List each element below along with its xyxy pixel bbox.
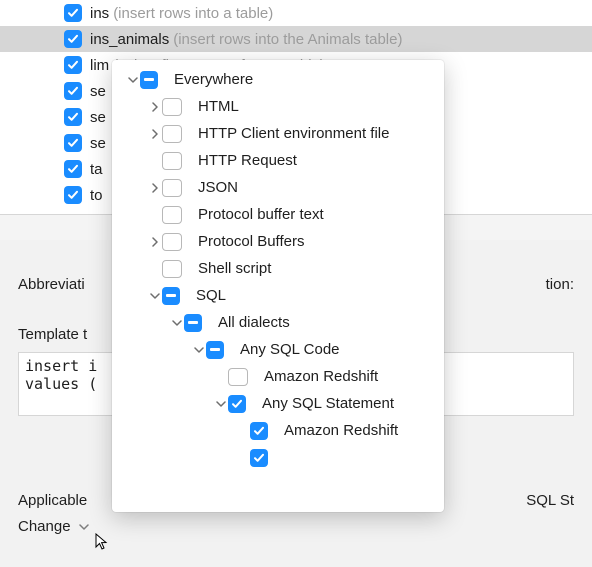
tree-item-json[interactable]: JSON — [112, 174, 444, 201]
tree-item-protobuf[interactable]: Protocol Buffers — [112, 228, 444, 255]
tree-checkbox-empty[interactable] — [162, 260, 182, 278]
tree-item-shell[interactable]: Shell script — [112, 255, 444, 282]
tree-item-redshift-2[interactable]: Amazon Redshift — [112, 417, 444, 444]
check-icon — [67, 59, 79, 71]
tree-checkbox-empty[interactable] — [228, 368, 248, 386]
chevron-down-icon[interactable] — [148, 289, 162, 303]
context-tail: SQL St — [526, 492, 574, 509]
tree-checkbox-checked[interactable] — [228, 395, 246, 413]
check-icon — [67, 33, 79, 45]
tree-checkbox-indeterminate[interactable] — [140, 71, 158, 89]
check-icon — [67, 85, 79, 97]
template-name: se — [90, 83, 106, 100]
template-name: lim — [90, 57, 109, 74]
tree-item-cutoff[interactable] — [112, 444, 444, 471]
chevron-right-icon[interactable] — [148, 127, 162, 141]
chevron-right-icon[interactable] — [148, 181, 162, 195]
tree-item-everywhere[interactable]: Everywhere — [112, 66, 444, 93]
tree-checkbox-empty[interactable] — [162, 233, 182, 251]
tree-checkbox-indeterminate[interactable] — [184, 314, 202, 332]
template-enabled-checkbox[interactable] — [64, 4, 82, 22]
check-icon — [67, 137, 79, 149]
change-link[interactable]: Change — [18, 518, 89, 535]
tree-label: Amazon Redshift — [264, 368, 378, 385]
change-link-label: Change — [18, 518, 71, 535]
tree-item-sql[interactable]: SQL — [112, 282, 444, 309]
check-icon — [67, 111, 79, 123]
tree-checkbox-indeterminate[interactable] — [162, 287, 180, 305]
tree-checkbox-empty[interactable] — [162, 98, 182, 116]
tree-label: HTTP Request — [198, 152, 297, 169]
template-enabled-checkbox[interactable] — [64, 82, 82, 100]
tree-label: Everywhere — [174, 71, 253, 88]
template-name: ta — [90, 161, 103, 178]
tree-label: Protocol buffer text — [198, 206, 324, 223]
template-name: to — [90, 187, 103, 204]
tree-label: All dialects — [218, 314, 290, 331]
template-desc: (insert rows into the Animals table) — [173, 31, 402, 48]
tree-item-http-env[interactable]: HTTP Client environment file — [112, 120, 444, 147]
template-name: ins_animals — [90, 31, 169, 48]
template-row-ins[interactable]: ins (insert rows into a table) — [0, 0, 592, 26]
mouse-cursor-icon — [93, 533, 111, 555]
check-icon — [67, 7, 79, 19]
chevron-down-icon — [79, 518, 89, 535]
template-enabled-checkbox[interactable] — [64, 30, 82, 48]
template-enabled-checkbox[interactable] — [64, 186, 82, 204]
tree-label: HTTP Client environment file — [198, 125, 389, 142]
tree-item-protobuf-text[interactable]: Protocol buffer text — [112, 201, 444, 228]
template-desc: (insert rows into a table) — [113, 5, 273, 22]
chevron-right-icon[interactable] — [148, 100, 162, 114]
tree-label: Amazon Redshift — [284, 422, 398, 439]
tree-item-any-sql-statement[interactable]: Any SQL Statement — [112, 390, 444, 417]
context-tree-popup: Everywhere HTML HTTP Client environment … — [112, 60, 444, 512]
tree-checkbox-empty[interactable] — [162, 125, 182, 143]
check-icon — [67, 163, 79, 175]
tree-checkbox-checked[interactable] — [250, 422, 268, 440]
applicable-label: Applicable — [18, 492, 87, 509]
template-row-ins-animals[interactable]: ins_animals (insert rows into the Animal… — [0, 26, 592, 52]
chevron-down-icon[interactable] — [214, 397, 228, 411]
template-enabled-checkbox[interactable] — [64, 56, 82, 74]
tree-checkbox-empty[interactable] — [162, 206, 182, 224]
tree-item-all-dialects[interactable]: All dialects — [112, 309, 444, 336]
description-label-tail: tion: — [546, 276, 574, 293]
chevron-down-icon[interactable] — [170, 316, 184, 330]
tree-item-http-request[interactable]: HTTP Request — [112, 147, 444, 174]
template-name: se — [90, 109, 106, 126]
tree-label: SQL — [196, 287, 226, 304]
abbreviation-label: Abbreviati — [18, 276, 85, 293]
tree-label: Any SQL Statement — [262, 395, 394, 412]
check-icon — [67, 189, 79, 201]
template-enabled-checkbox[interactable] — [64, 134, 82, 152]
tree-item-html[interactable]: HTML — [112, 93, 444, 120]
tree-label: Protocol Buffers — [198, 233, 304, 250]
tree-checkbox-checked[interactable] — [250, 449, 268, 467]
chevron-down-icon[interactable] — [126, 73, 140, 87]
code-line-1: insert i — [25, 357, 97, 375]
template-enabled-checkbox[interactable] — [64, 160, 82, 178]
tree-label: Shell script — [198, 260, 271, 277]
tree-label: Any SQL Code — [240, 341, 340, 358]
code-line-2: values ( — [25, 375, 97, 393]
chevron-right-icon[interactable] — [148, 235, 162, 249]
tree-item-any-sql-code[interactable]: Any SQL Code — [112, 336, 444, 363]
tree-label: JSON — [198, 179, 238, 196]
tree-checkbox-empty[interactable] — [162, 152, 182, 170]
tree-label: HTML — [198, 98, 239, 115]
tree-item-redshift-1[interactable]: Amazon Redshift — [112, 363, 444, 390]
ide-templates-screen: ins (insert rows into a table) ins_anima… — [0, 0, 592, 567]
chevron-down-icon[interactable] — [192, 343, 206, 357]
tree-checkbox-empty[interactable] — [162, 179, 182, 197]
template-name: se — [90, 135, 106, 152]
template-text-label: Template t — [18, 326, 87, 343]
template-name: ins — [90, 5, 109, 22]
template-enabled-checkbox[interactable] — [64, 108, 82, 126]
tree-checkbox-indeterminate[interactable] — [206, 341, 224, 359]
